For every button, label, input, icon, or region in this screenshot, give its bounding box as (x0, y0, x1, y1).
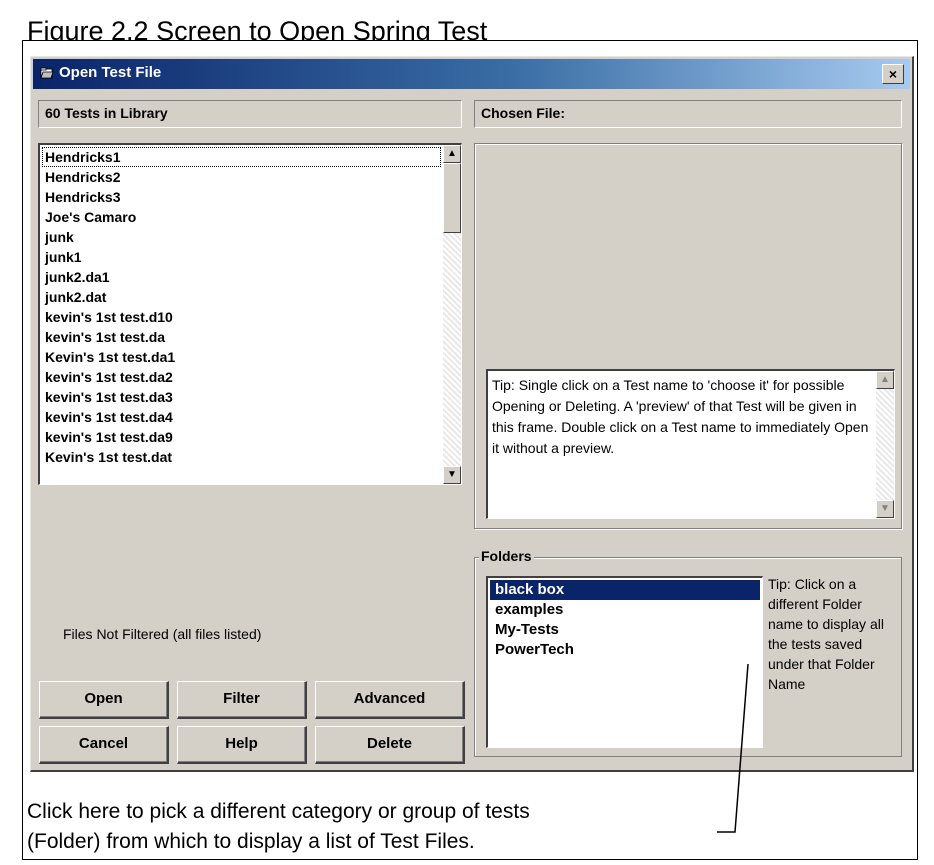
scroll-down-button[interactable]: ▼ (443, 466, 461, 484)
chosen-file-label: Chosen File: (474, 100, 902, 128)
tip-scroll-down-button[interactable]: ▼ (876, 500, 894, 518)
test-list-item[interactable]: kevin's 1st test.d10 (42, 307, 441, 327)
scroll-up-button[interactable]: ▲ (443, 145, 461, 163)
dialog-titlebar[interactable]: Open Test File × (33, 59, 910, 89)
test-list-item[interactable]: Joe's Camaro (42, 207, 441, 227)
folder-list[interactable]: black box examples My-Tests PowerTech (486, 576, 763, 748)
folder-list-item[interactable]: PowerTech (490, 640, 760, 660)
folder-list-item[interactable]: My-Tests (490, 620, 760, 640)
preview-tip-box: Tip: Single click on a Test name to 'cho… (486, 369, 895, 519)
dialog-title: Open Test File (59, 64, 162, 81)
open-button[interactable]: Open (39, 681, 169, 719)
close-button[interactable]: × (882, 64, 904, 84)
tip-scroll-up-button[interactable]: ▲ (876, 371, 894, 389)
help-button[interactable]: Help (177, 726, 307, 764)
test-list-item[interactable]: junk1 (42, 247, 441, 267)
test-list-item[interactable]: junk2.da1 (42, 267, 441, 287)
test-list[interactable]: Hendricks1 Hendricks2 Hendricks3 Joe's Cama… (38, 143, 462, 485)
caption-line-1: Click here to pick a different category … (27, 800, 530, 823)
test-list-item[interactable]: kevin's 1st test.da2 (42, 367, 441, 387)
test-list-item[interactable]: junk (42, 227, 441, 247)
folders-group: Folders black box examples My-Tests PowerTe… (474, 548, 902, 757)
advanced-button[interactable]: Advanced (315, 681, 465, 719)
filter-status-text: Files Not Filtered (all files listed) (63, 626, 262, 642)
test-list-item[interactable]: Kevin's 1st test.da1 (42, 347, 441, 367)
test-list-item[interactable]: junk2.dat (42, 287, 441, 307)
tip-scrollbar[interactable]: ▲ ▼ (876, 371, 894, 518)
library-count-label: 60 Tests in Library (38, 100, 462, 128)
folder-open-icon (40, 67, 54, 79)
test-list-item[interactable]: Hendricks1 (42, 147, 441, 167)
test-list-item[interactable]: Hendricks3 (42, 187, 441, 207)
folder-list-item[interactable]: black box (490, 580, 760, 600)
test-list-scrollbar[interactable]: ▲ ▼ (443, 145, 461, 484)
open-test-file-dialog: Open Test File × 60 Tests in Library Cho… (30, 56, 914, 772)
caption-line-2: (Folder) from which to display a list of… (27, 830, 475, 853)
test-list-item[interactable]: kevin's 1st test.da3 (42, 387, 441, 407)
folder-tip-text: Tip: Click on a different Folder name to… (768, 576, 884, 692)
cancel-button[interactable]: Cancel (39, 726, 169, 764)
test-list-item[interactable]: kevin's 1st test.da (42, 327, 441, 347)
test-list-item[interactable]: Hendricks2 (42, 167, 441, 187)
test-list-item[interactable]: Kevin's 1st test.dat (42, 447, 441, 467)
figure-caption: Click here to pick a different category … (27, 797, 530, 857)
test-list-item[interactable]: kevin's 1st test.da9 (42, 427, 441, 447)
folder-list-item[interactable]: examples (490, 600, 760, 620)
test-list-item[interactable]: kevin's 1st test.da4 (42, 407, 441, 427)
delete-button[interactable]: Delete (315, 726, 465, 764)
folders-legend: Folders (479, 548, 534, 564)
filter-button[interactable]: Filter (177, 681, 307, 719)
preview-frame: Tip: Single click on a Test name to 'cho… (474, 143, 902, 529)
scroll-thumb[interactable] (443, 163, 461, 233)
preview-tip-text: Tip: Single click on a Test name to 'cho… (492, 377, 869, 456)
